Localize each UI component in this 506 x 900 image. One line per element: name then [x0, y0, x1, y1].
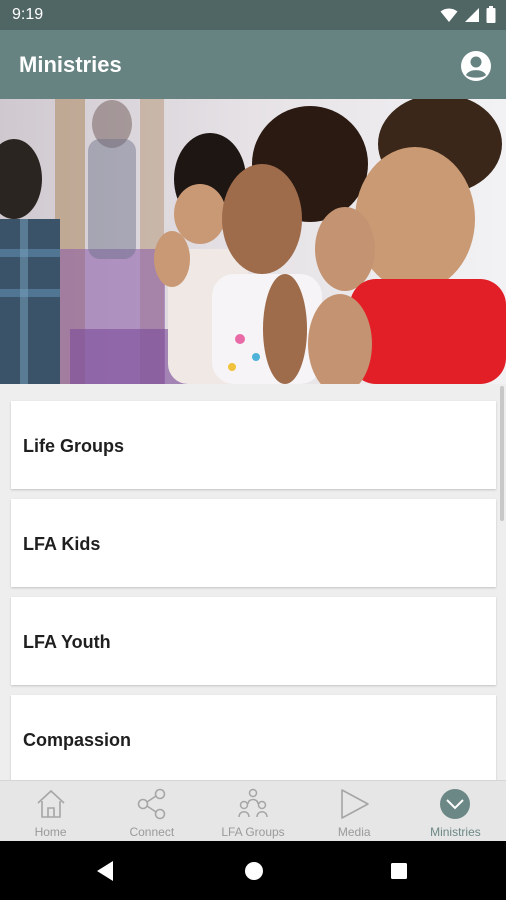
list-item[interactable]: LFA Kids — [11, 499, 496, 587]
nav-label: Connect — [129, 825, 175, 839]
list-item[interactable]: Compassion — [11, 695, 496, 780]
nav-label: Ministries — [430, 825, 481, 839]
signal-icon — [465, 7, 479, 22]
account-circle-icon — [461, 51, 491, 81]
status-bar: 9:19 — [0, 0, 506, 30]
group-icon — [238, 788, 268, 818]
profile-button[interactable] — [460, 50, 492, 82]
back-icon[interactable] — [95, 860, 115, 882]
list-item-label: LFA Youth — [23, 632, 111, 652]
nav-item-home[interactable]: Home — [0, 781, 101, 841]
status-icons — [440, 6, 496, 23]
wifi-icon — [440, 8, 458, 22]
nav-item-ministries[interactable]: Ministries — [405, 781, 506, 841]
list-item[interactable]: Life Groups — [11, 401, 496, 489]
list-item-label: LFA Kids — [23, 534, 101, 554]
nav-label: LFA Groups — [221, 825, 285, 839]
children-worship-photo — [0, 99, 506, 384]
chevron-down-circle-icon — [440, 789, 471, 819]
home-circle-icon[interactable] — [244, 861, 264, 881]
status-time: 9:19 — [12, 6, 44, 23]
app-bar: Ministries — [0, 30, 506, 99]
nav-label: Home — [34, 825, 67, 839]
nav-item-connect[interactable]: Connect — [101, 781, 202, 841]
battery-icon — [486, 6, 496, 23]
share-icon — [137, 788, 166, 820]
page-title: Ministries — [19, 52, 122, 77]
scrollbar[interactable] — [500, 386, 504, 521]
bottom-nav: Home Connect LFA Groups Media Ministries — [0, 780, 506, 841]
hero-image — [0, 99, 506, 384]
system-nav-bar — [0, 841, 506, 900]
list-item-label: Compassion — [23, 730, 132, 750]
nav-item-media[interactable]: Media — [304, 781, 405, 841]
recents-icon[interactable] — [390, 862, 408, 880]
home-icon — [37, 789, 65, 818]
play-icon — [341, 789, 370, 819]
list-item[interactable]: LFA Youth — [11, 597, 496, 685]
list-item-label: Life Groups — [23, 436, 125, 456]
nav-item-lfa-groups[interactable]: LFA Groups — [202, 781, 303, 841]
nav-label: Media — [337, 825, 371, 839]
ministry-list[interactable]: Life Groups LFA Kids LFA Youth Compassio… — [0, 384, 506, 780]
